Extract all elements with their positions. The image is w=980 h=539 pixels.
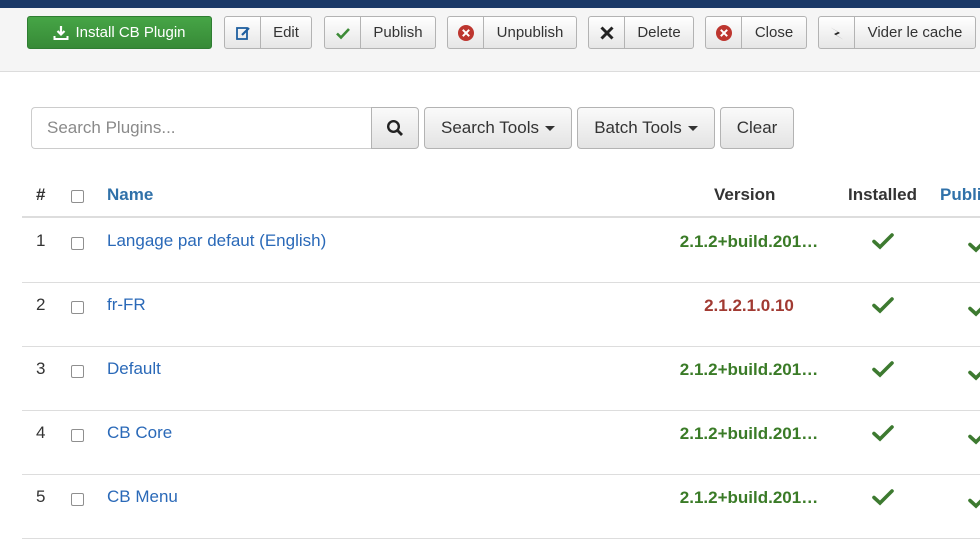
flash-icon — [819, 17, 855, 48]
close-button[interactable]: Close — [705, 16, 807, 49]
plugin-version: 2.1.2+build.201… — [679, 488, 819, 507]
row-checkbox[interactable] — [71, 301, 84, 314]
column-header-version: Version — [714, 185, 776, 204]
select-all-checkbox[interactable] — [71, 190, 84, 203]
delete-icon — [589, 17, 625, 48]
installed-check-icon — [872, 296, 894, 319]
plugin-name-link[interactable]: CB Menu — [107, 487, 178, 507]
caret-down-icon — [687, 125, 698, 131]
edit-button[interactable]: Edit — [224, 16, 312, 49]
install-cb-plugin-label: Install CB Plugin — [75, 24, 186, 41]
column-header-published[interactable]: Publi — [940, 185, 980, 205]
row-checkbox[interactable] — [71, 365, 84, 378]
plugin-version: 2.1.2.1.0.10 — [704, 296, 794, 315]
table-row: 3 Default 2.1.2+build.201… — [22, 347, 980, 411]
row-checkbox[interactable] — [71, 429, 84, 442]
search-bar — [31, 107, 419, 149]
plugin-name-link[interactable]: CB Core — [107, 423, 172, 443]
unpublish-button[interactable]: Unpublish — [447, 16, 577, 49]
batch-tools-button[interactable]: Batch Tools — [577, 107, 715, 149]
plugin-name-link[interactable]: Default — [107, 359, 161, 379]
search-tools-label: Search Tools — [441, 118, 539, 137]
close-icon — [706, 17, 742, 48]
edit-label: Edit — [273, 24, 299, 41]
table-row: 4 CB Core 2.1.2+build.201… — [22, 411, 980, 475]
download-icon — [53, 25, 69, 40]
admin-top-bar — [0, 0, 980, 8]
installed-check-icon — [872, 360, 894, 383]
table-row: 1 Langage par defaut (English) 2.1.2+build… — [22, 219, 980, 283]
published-check-icon[interactable] — [968, 299, 980, 322]
row-number: 2 — [36, 295, 46, 314]
plugin-name-link[interactable]: Langage par defaut (English) — [107, 231, 326, 251]
delete-label: Delete — [637, 24, 681, 41]
published-check-icon[interactable] — [968, 235, 980, 258]
plugin-name-link[interactable]: fr-FR — [107, 295, 146, 315]
search-icon — [386, 119, 403, 136]
caret-down-icon — [544, 125, 555, 131]
batch-tools-label: Batch Tools — [594, 118, 682, 137]
unpublish-icon — [448, 17, 484, 48]
plugin-version: 2.1.2+build.201… — [679, 424, 819, 443]
delete-button[interactable]: Delete — [588, 16, 694, 49]
row-number: 1 — [36, 231, 46, 250]
table-row: 2 fr-FR 2.1.2.1.0.10 — [22, 283, 980, 347]
installed-check-icon — [872, 232, 894, 255]
published-check-icon[interactable] — [968, 363, 980, 386]
column-header-number: # — [36, 185, 46, 204]
edit-icon — [225, 17, 261, 48]
table-row: 5 CB Menu 2.1.2+build.201… — [22, 475, 980, 539]
clear-cache-button[interactable]: Vider le cache — [818, 16, 976, 49]
clear-button[interactable]: Clear — [720, 107, 794, 149]
install-cb-plugin-button[interactable]: Install CB Plugin — [27, 16, 212, 49]
search-tools-button[interactable]: Search Tools — [424, 107, 572, 149]
plugin-version: 2.1.2+build.201… — [679, 360, 819, 379]
row-number: 4 — [36, 423, 46, 442]
published-check-icon[interactable] — [968, 427, 980, 450]
clear-label: Clear — [736, 118, 778, 137]
unpublish-label: Unpublish — [496, 24, 564, 41]
row-number: 3 — [36, 359, 46, 378]
row-checkbox[interactable] — [71, 493, 84, 506]
plugin-version: 2.1.2+build.201… — [679, 232, 819, 251]
row-number: 5 — [36, 487, 46, 506]
search-input[interactable] — [31, 107, 371, 149]
row-checkbox[interactable] — [71, 237, 84, 250]
close-label: Close — [754, 24, 794, 41]
table-header: # Name Version Installed Publi — [22, 172, 980, 218]
publish-button[interactable]: Publish — [324, 16, 436, 49]
clear-cache-label: Vider le cache — [867, 24, 963, 41]
published-check-icon[interactable] — [968, 491, 980, 514]
publish-label: Publish — [373, 24, 423, 41]
search-button[interactable] — [371, 107, 419, 149]
installed-check-icon — [872, 424, 894, 447]
column-header-name[interactable]: Name — [107, 185, 153, 205]
check-icon — [325, 17, 361, 48]
column-header-installed: Installed — [848, 185, 917, 204]
